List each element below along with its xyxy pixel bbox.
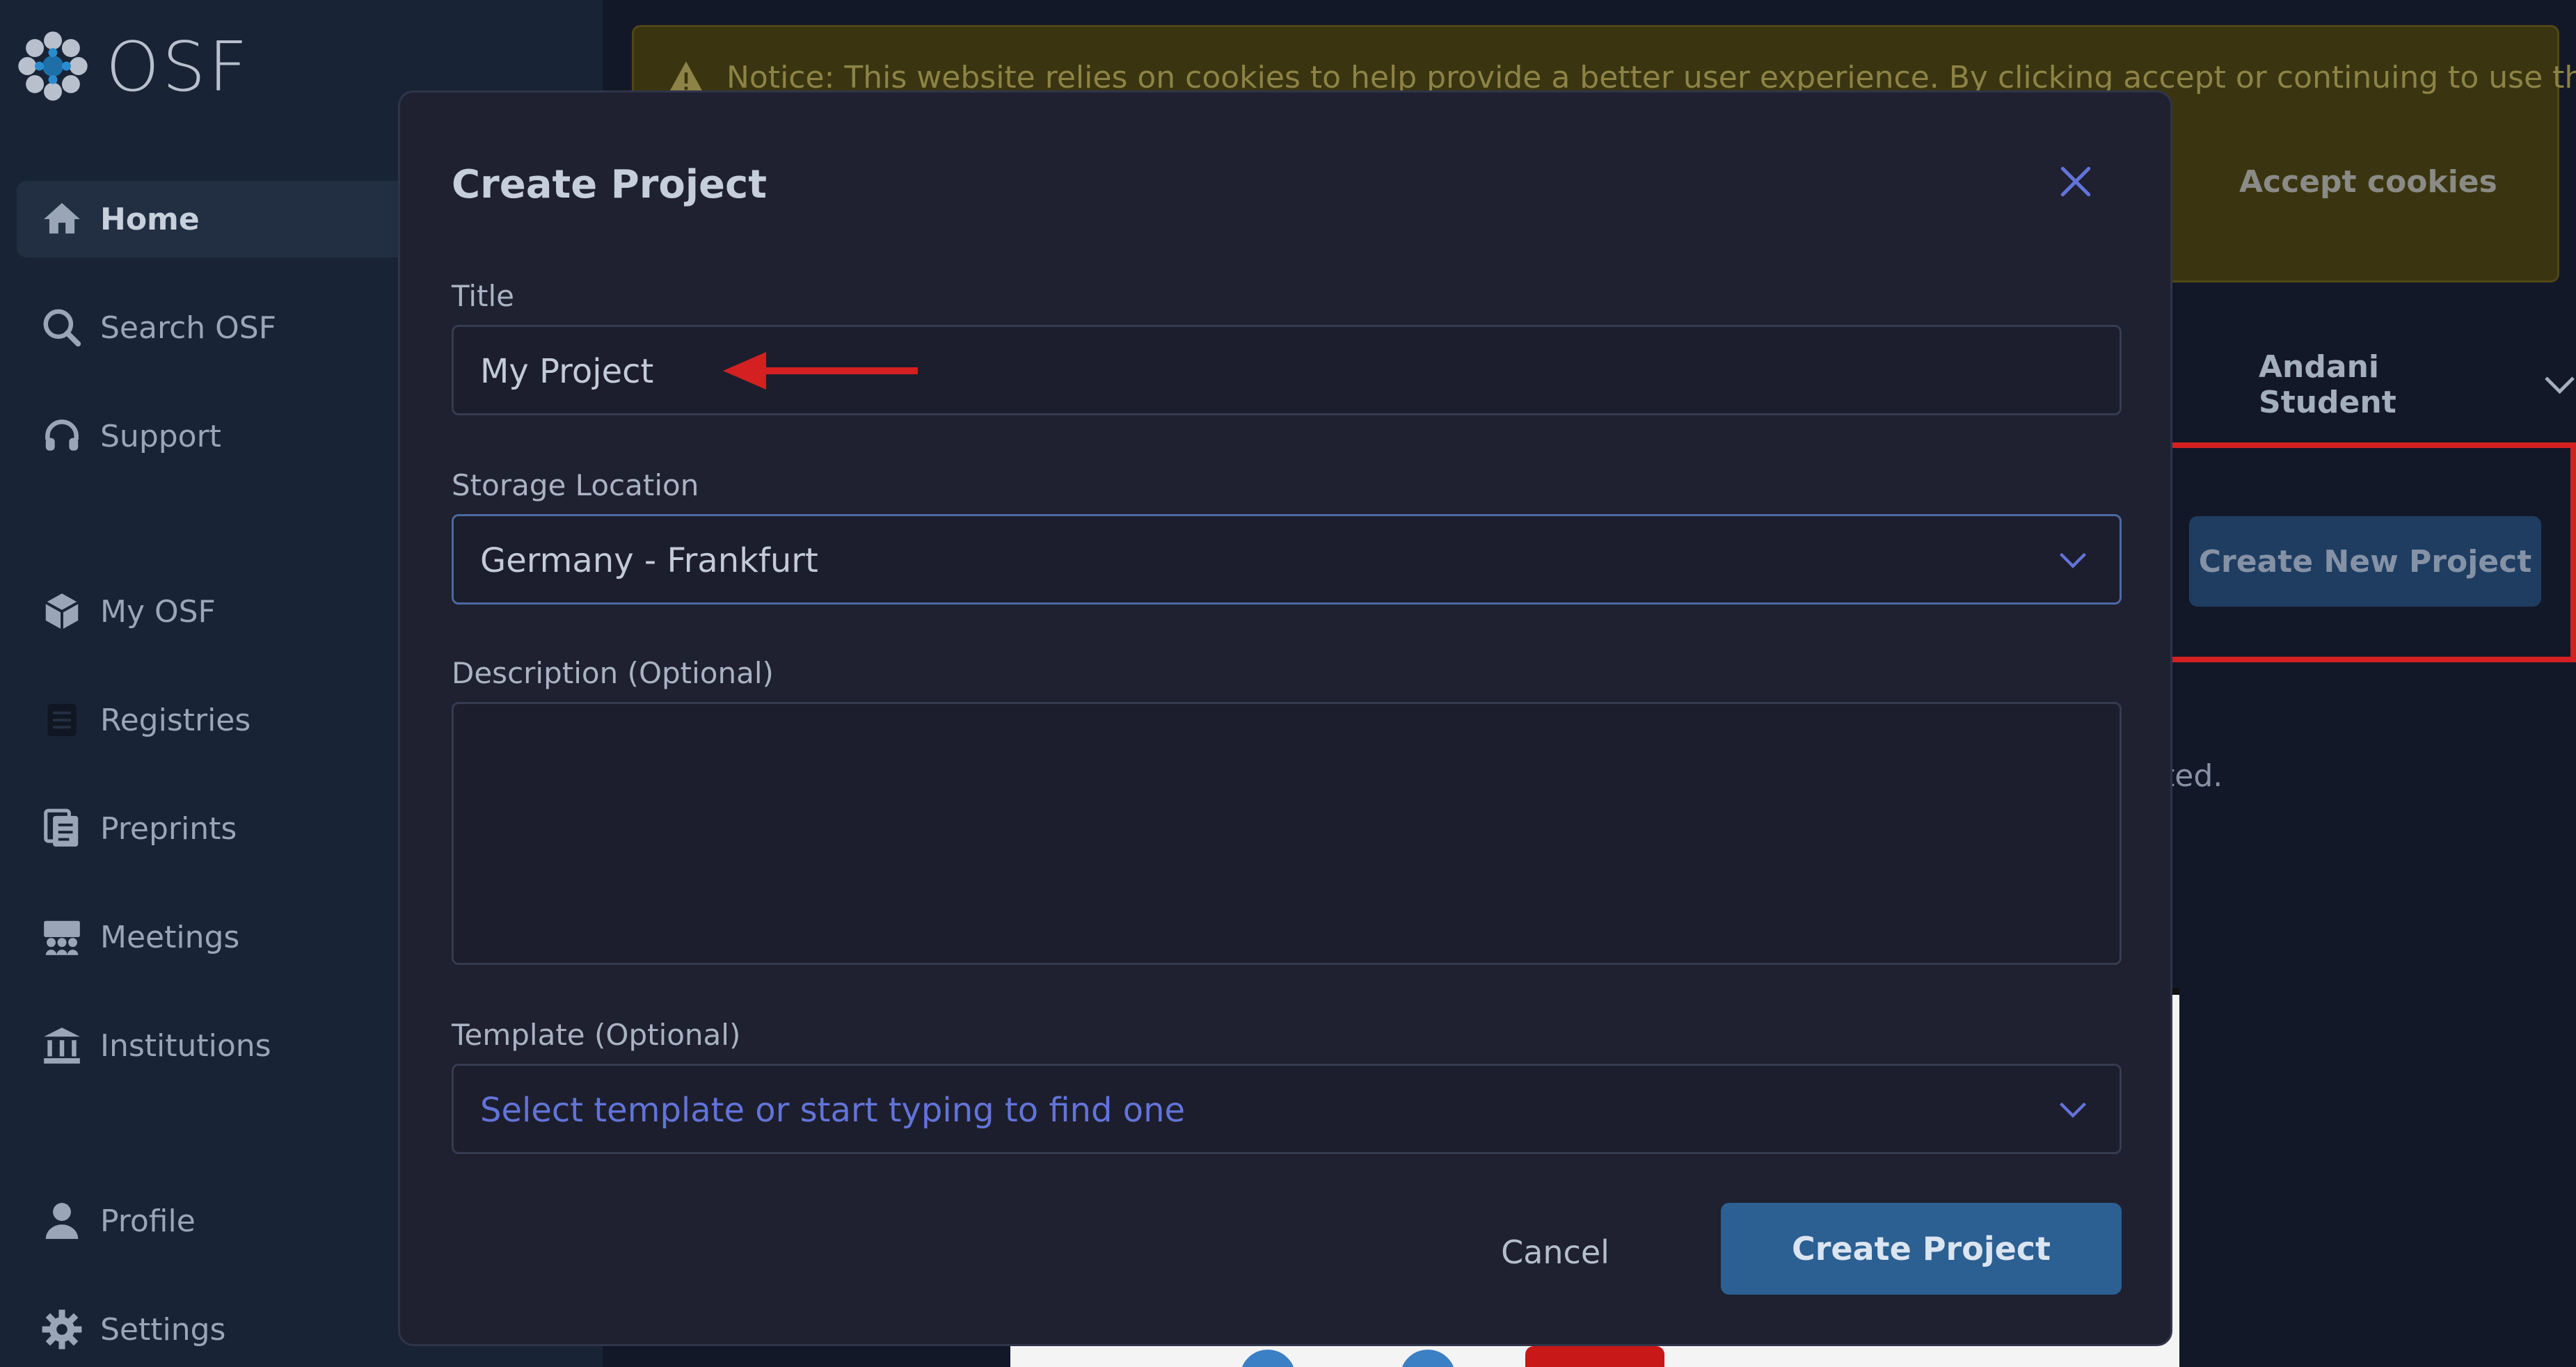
storage-location-label: Storage Location bbox=[452, 468, 699, 502]
description-textarea[interactable] bbox=[452, 702, 2122, 965]
title-input-value: My Project bbox=[480, 352, 654, 391]
cancel-button[interactable]: Cancel bbox=[1458, 1207, 1653, 1297]
registries-icon bbox=[38, 696, 86, 744]
chevron-down-icon bbox=[2545, 376, 2575, 394]
meetings-icon bbox=[38, 913, 86, 961]
description-label: Description (Optional) bbox=[452, 656, 774, 690]
modal-title: Create Project bbox=[452, 162, 768, 207]
accept-cookies-button[interactable]: Accept cookies bbox=[2239, 164, 2497, 200]
user-icon bbox=[38, 1197, 86, 1245]
sidebar-item-label: Registries bbox=[100, 702, 251, 738]
sidebar-item-label: Settings bbox=[100, 1311, 226, 1348]
sidebar-item-label: Support bbox=[100, 418, 221, 454]
sidebar-item-label: Home bbox=[100, 201, 200, 237]
template-placeholder: Select template or start typing to find … bbox=[480, 1091, 1186, 1130]
title-input[interactable]: My Project bbox=[452, 325, 2122, 415]
gear-icon bbox=[38, 1305, 86, 1354]
storage-location-select[interactable]: Germany - Frankfurt bbox=[452, 514, 2122, 605]
cube-icon bbox=[38, 587, 86, 636]
search-icon bbox=[38, 303, 86, 352]
brand[interactable]: OSF bbox=[15, 28, 251, 107]
create-new-project-button[interactable]: Create New Project bbox=[2189, 516, 2541, 607]
sidebar-item-label: Profile bbox=[100, 1203, 196, 1239]
chevron-down-icon bbox=[2059, 552, 2087, 568]
headset-icon bbox=[38, 412, 86, 461]
user-menu[interactable]: Andani Student bbox=[2259, 349, 2576, 420]
osf-logo-icon bbox=[15, 28, 90, 107]
home-icon bbox=[38, 195, 86, 243]
app-window: OSF Home Search OSF Support My OSF Regis… bbox=[0, 0, 2576, 1367]
institution-icon bbox=[38, 1021, 86, 1070]
storage-location-value: Germany - Frankfurt bbox=[480, 541, 818, 580]
template-select[interactable]: Select template or start typing to find … bbox=[452, 1064, 2122, 1154]
chevron-down-icon bbox=[2059, 1102, 2087, 1118]
sidebar-item-label: Preprints bbox=[100, 810, 237, 847]
warning-icon bbox=[669, 61, 703, 93]
sidebar-item-label: Institutions bbox=[100, 1028, 271, 1064]
annotation-arrow bbox=[723, 352, 918, 390]
create-project-modal: Create Project Title My Project Storage … bbox=[398, 90, 2172, 1346]
title-label: Title bbox=[452, 279, 515, 313]
close-icon[interactable] bbox=[2056, 162, 2095, 201]
brand-name: OSF bbox=[106, 28, 251, 107]
sidebar-item-label: My OSF bbox=[100, 593, 216, 630]
create-project-button[interactable]: Create Project bbox=[1721, 1203, 2122, 1295]
template-label: Template (Optional) bbox=[452, 1018, 741, 1052]
user-name: Andani Student bbox=[2259, 349, 2396, 420]
preprints-icon bbox=[38, 804, 86, 853]
sidebar-item-label: Meetings bbox=[100, 919, 240, 955]
sidebar-item-label: Search OSF bbox=[100, 310, 277, 346]
